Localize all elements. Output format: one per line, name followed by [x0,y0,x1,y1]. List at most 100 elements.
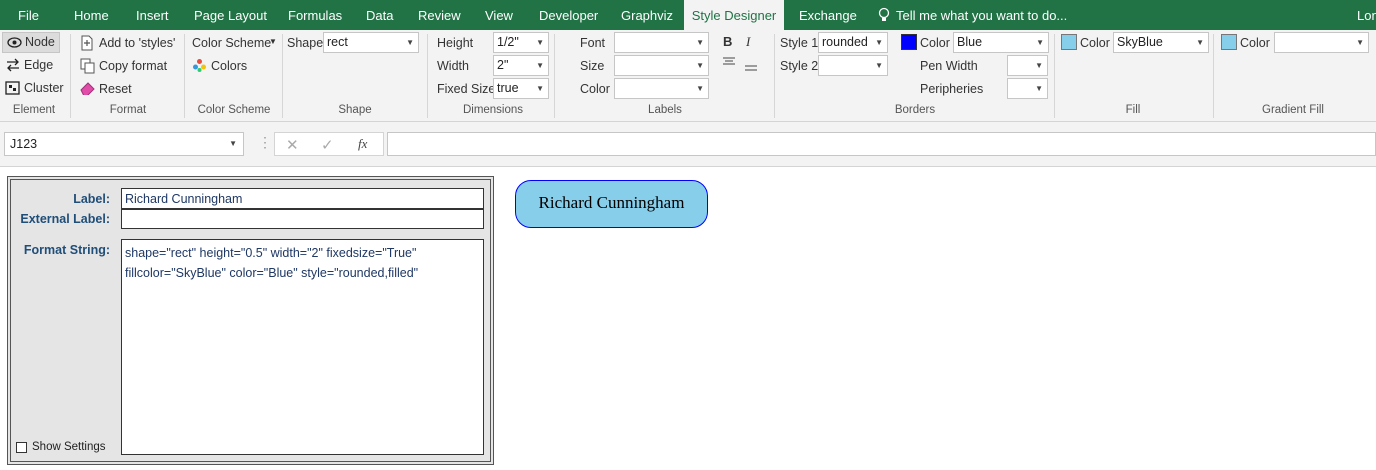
format-string-field[interactable]: shape="rect" height="0.5" width="2" fixe… [121,239,484,455]
fixed-size-label: Fixed Size [437,82,496,96]
copy-format-button[interactable]: Copy format [80,56,180,76]
node-preview: Richard Cunningham [515,180,708,228]
gradient-color-label: Color [1240,36,1270,50]
border-color-swatch[interactable] [901,34,917,50]
label-color-dropdown[interactable]: ▼ [614,78,709,99]
formula-actions: ✕ ✓ fx [274,132,384,156]
label-caption: Label: [73,192,110,206]
width-label: Width [437,59,469,73]
width-dropdown[interactable]: 2" ▼ [493,55,549,76]
tell-me-search[interactable]: Tell me what you want to do... [896,0,1067,30]
shape-dropdown[interactable]: rect ▼ [323,32,419,53]
separator [427,34,428,118]
gradient-color-swatch[interactable] [1221,34,1237,50]
tab-exchange[interactable]: Exchange [799,0,857,30]
align-bottom-icon[interactable] [744,62,758,72]
font-dropdown[interactable]: ▼ [614,32,709,53]
chevron-down-icon: ▼ [536,84,544,93]
separator [554,34,555,118]
chevron-down-icon: ▼ [696,61,704,70]
cluster-button[interactable]: Cluster [5,79,65,99]
node-button[interactable]: Node [2,32,60,53]
separator [282,34,283,118]
bold-button[interactable]: B [723,34,732,49]
insert-function-icon[interactable]: fx [358,136,367,152]
italic-button[interactable]: I [746,34,750,50]
chevron-down-icon: ▼ [536,38,544,47]
chevron-down-icon: ▼ [229,139,237,148]
group-label-color-scheme: Color Scheme [197,104,271,116]
separator [774,34,775,118]
group-label-fill: Fill [1125,104,1141,116]
group-label-element: Element [12,104,56,116]
tab-data[interactable]: Data [366,0,393,30]
separator [1054,34,1055,118]
eraser-icon [80,82,95,95]
enter-icon[interactable]: ✓ [321,136,334,154]
tab-developer[interactable]: Developer [539,0,598,30]
eye-icon [7,37,22,48]
external-label-field[interactable] [121,209,484,229]
style1-label: Style 1 [780,36,819,50]
tab-insert[interactable]: Insert [136,0,169,30]
show-settings-label: Show Settings [32,441,106,453]
cancel-icon[interactable]: ✕ [286,136,299,154]
chevron-down-icon: ▼ [1035,84,1043,93]
chevron-down-icon: ▼ [875,38,883,47]
size-dropdown[interactable]: ▼ [614,55,709,76]
tab-file[interactable]: File [18,0,39,30]
fill-color-label: Color [1080,36,1110,50]
label-color-label: Color [580,82,610,96]
fill-color-swatch[interactable] [1061,34,1077,50]
pen-width-dropdown[interactable]: ▼ [1007,55,1048,76]
tab-review[interactable]: Review [418,0,461,30]
fill-color-dropdown[interactable]: SkyBlue ▼ [1113,32,1209,53]
chevron-down-icon: ▼ [696,38,704,47]
chevron-down-icon: ▼ [696,84,704,93]
formula-input[interactable] [387,132,1376,156]
edge-button[interactable]: Edge [5,56,65,76]
group-label-format: Format [109,104,147,116]
chevron-down-icon: ▼ [269,37,277,46]
user-name[interactable]: Lon [1357,0,1376,30]
tab-page-layout[interactable]: Page Layout [194,0,267,30]
edge-icon [7,58,19,72]
fixed-size-dropdown[interactable]: true ▼ [493,78,549,99]
border-color-label: Color [920,36,950,50]
menu-bar: File Home Insert Page Layout Formulas Da… [0,0,1376,30]
font-label: Font [580,36,606,50]
style1-dropdown[interactable]: rounded ▼ [818,32,888,53]
chevron-down-icon: ▼ [875,61,883,70]
peripheries-label: Peripheries [920,82,984,96]
style2-dropdown[interactable]: ▼ [818,55,888,76]
height-label: Height [437,36,474,50]
chevron-down-icon: ▼ [536,61,544,70]
shape-label: Shape [287,36,324,50]
add-to-styles-button[interactable]: Add to 'styles' [80,33,180,53]
name-box[interactable]: J123 ▼ [4,132,244,156]
peripheries-dropdown[interactable]: ▼ [1007,78,1048,99]
tab-style-designer[interactable]: Style Designer [684,0,784,30]
tab-graphviz[interactable]: Graphviz [621,0,673,30]
group-label-labels: Labels [648,104,682,116]
gradient-color-dropdown[interactable]: ▼ [1274,32,1369,53]
reset-button[interactable]: Reset [80,79,180,99]
border-color-dropdown[interactable]: Blue ▼ [953,32,1049,53]
group-label-shape: Shape [338,104,372,116]
group-label-dimensions: Dimensions [462,104,524,116]
tab-formulas[interactable]: Formulas [288,0,342,30]
show-settings-checkbox[interactable] [16,442,27,453]
height-dropdown[interactable]: 1/2" ▼ [493,32,549,53]
group-label-borders: Borders [894,104,936,116]
drag-handle-icon[interactable]: ⋮ [258,134,272,151]
format-string-caption: Format String: [23,243,110,257]
separator [70,34,71,118]
tab-home[interactable]: Home [74,0,109,30]
color-scheme-dropdown[interactable]: Color Scheme ▼ [192,33,280,53]
chevron-down-icon: ▼ [1356,38,1364,47]
separator [1213,34,1214,118]
label-field[interactable]: Richard Cunningham [121,188,484,209]
colors-button[interactable]: Colors [192,56,252,76]
align-center-icon[interactable] [722,56,736,66]
tab-view[interactable]: View [485,0,513,30]
